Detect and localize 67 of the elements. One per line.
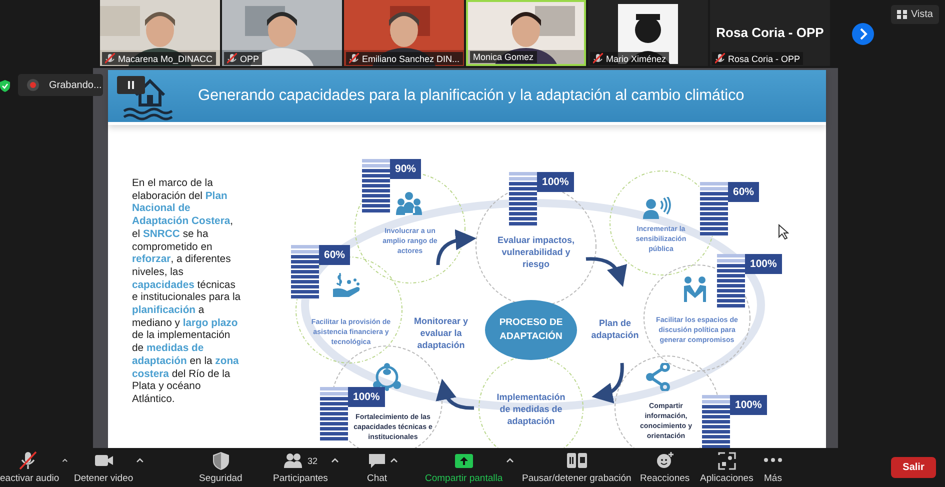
bar-stack-drawing: [717, 254, 745, 308]
cycle-arrow: [436, 378, 474, 410]
percent-label: 90%: [390, 159, 422, 179]
toolbar-button[interactable]: Compartir pantalla: [425, 451, 503, 484]
next-page-button[interactable]: [852, 23, 874, 45]
toolbar-button[interactable]: Más: [764, 451, 782, 484]
toolbar-button[interactable]: Chat: [367, 451, 388, 484]
toolbar-button[interactable]: Pausar/detener grabación: [522, 451, 632, 484]
mouse-pointer-icon: [778, 224, 789, 240]
toolbar-button[interactable]: Seguridad: [199, 451, 242, 484]
slide-title: Generando capacidades para la planificación y la adaptación al cambio climático: [198, 87, 744, 105]
share-screen-icon: [454, 451, 474, 470]
caret-button[interactable]: [330, 457, 339, 464]
percent-label: 100%: [745, 254, 782, 274]
toolbar-button[interactable]: 32 Participantes: [273, 451, 328, 484]
toolbar-button[interactable]: Reacciones: [640, 451, 690, 484]
participant-name: OPP: [240, 54, 260, 64]
bar-stack-drawing: [702, 395, 730, 448]
caret-button[interactable]: [506, 457, 514, 464]
percent-label: 60%: [319, 245, 350, 265]
recording-label: Grabando...: [49, 80, 102, 90]
caret-button[interactable]: [62, 457, 68, 464]
recording-dot-icon: [27, 79, 39, 91]
participant-name: Macarena Mo_DINACC: [118, 54, 213, 64]
percent-label: 100%: [348, 387, 385, 407]
step-label: Plan de adaptación: [590, 317, 640, 341]
grid-icon: [896, 10, 907, 19]
shield-icon: [210, 451, 231, 470]
participant-name: Emiliano Sanchez DIN...: [362, 54, 460, 64]
toolbar-button[interactable]: eactivar audio: [0, 451, 60, 484]
node-label: Implementación de medidas de adaptación: [496, 391, 566, 427]
smiley-icon: [654, 451, 675, 470]
toolbar-button[interactable]: Aplicaciones: [700, 451, 754, 484]
bar-stack-drawing: [320, 387, 348, 441]
toolbar-button[interactable]: Detener video: [74, 451, 134, 484]
bar-stack-drawing: [509, 172, 537, 226]
caret-button[interactable]: [390, 457, 398, 464]
participant-name: Monica Gomez: [473, 52, 534, 62]
chat-bubble-icon: [367, 451, 388, 470]
participant-name: Mario Ximénez: [606, 54, 666, 64]
bar-stack-drawing: [362, 159, 390, 213]
intro-paragraph: En el marco de la elaboración del Plan Nacional de Adaptación Costera, el SNRCC se ha comprometido en reforzar, a diferentes niveles, las capacidades técnicas e institucionales para la planificación a mediano y largo plazo de la implementación de medidas de adaptación en la zona costera del Río de la Plata y océano Atlántico.: [132, 178, 242, 407]
step-label: Monitorear y evaluar la adaptación: [412, 315, 469, 351]
pause-stop-icon: [566, 451, 587, 470]
bar-stack-drawing: [291, 245, 319, 299]
bar-stack-drawing: [700, 182, 728, 236]
participants-icon: [283, 451, 304, 470]
node-label: Evaluar impactos, vulnerabilidad y riesgo: [496, 234, 576, 270]
more-dots-icon: [764, 458, 782, 462]
participant-name: Rosa Coria - OPP: [728, 54, 800, 64]
view-button[interactable]: Vista: [890, 5, 939, 24]
cycle-arrow: [436, 230, 476, 266]
security-shield-icon: [0, 80, 10, 92]
percent-label: 100%: [537, 172, 574, 192]
share-icon: [645, 363, 673, 391]
participant-name: Rosa Coria - OPP: [715, 24, 825, 40]
recording-controls[interactable]: [117, 76, 145, 94]
caret-button[interactable]: [136, 457, 144, 464]
percent-label: 60%: [728, 182, 760, 202]
apps-icon: [716, 451, 737, 470]
team-circle-icon: [373, 363, 401, 391]
center-label: PROCESO DE ADAPTACIÓN: [485, 300, 577, 360]
leave-button[interactable]: Salir: [891, 457, 936, 478]
cycle-arrow: [586, 257, 626, 287]
cycle-arrow: [592, 362, 624, 403]
pause-icon: [128, 81, 134, 89]
percent-label: 100%: [730, 395, 767, 415]
